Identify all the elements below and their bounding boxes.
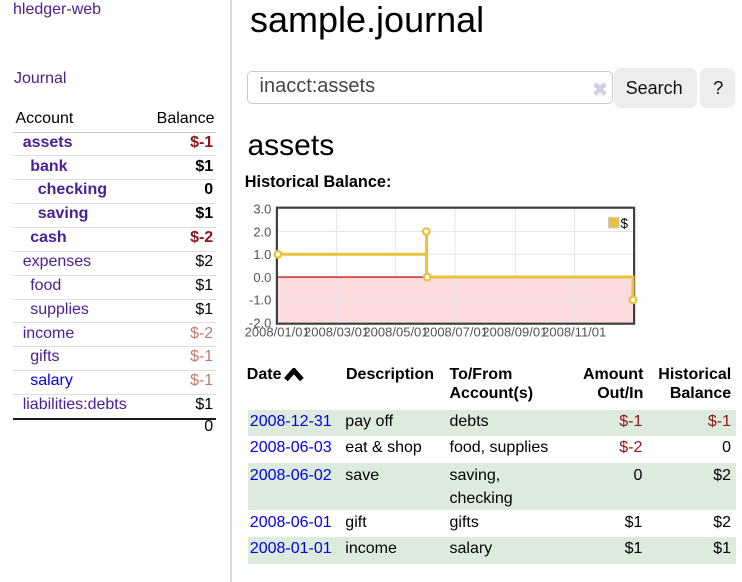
svg-text:-1.0: -1.0: [249, 293, 271, 308]
svg-text:2008/01/01: 2008/01/01: [245, 325, 310, 340]
svg-text:2008/07/01: 2008/07/01: [423, 325, 488, 340]
svg-text:2008/09/01: 2008/09/01: [482, 325, 547, 340]
svg-text:2008/05/01: 2008/05/01: [363, 325, 428, 340]
svg-text:3.0: 3.0: [253, 202, 271, 217]
svg-text:1.0: 1.0: [253, 247, 271, 262]
svg-text:$: $: [621, 216, 629, 231]
svg-text:2008/11/01: 2008/11/01: [542, 325, 606, 340]
svg-text:0.0: 0.0: [253, 270, 271, 285]
svg-text:2.0: 2.0: [253, 224, 271, 239]
svg-text:2008/03/01: 2008/03/01: [304, 325, 369, 340]
